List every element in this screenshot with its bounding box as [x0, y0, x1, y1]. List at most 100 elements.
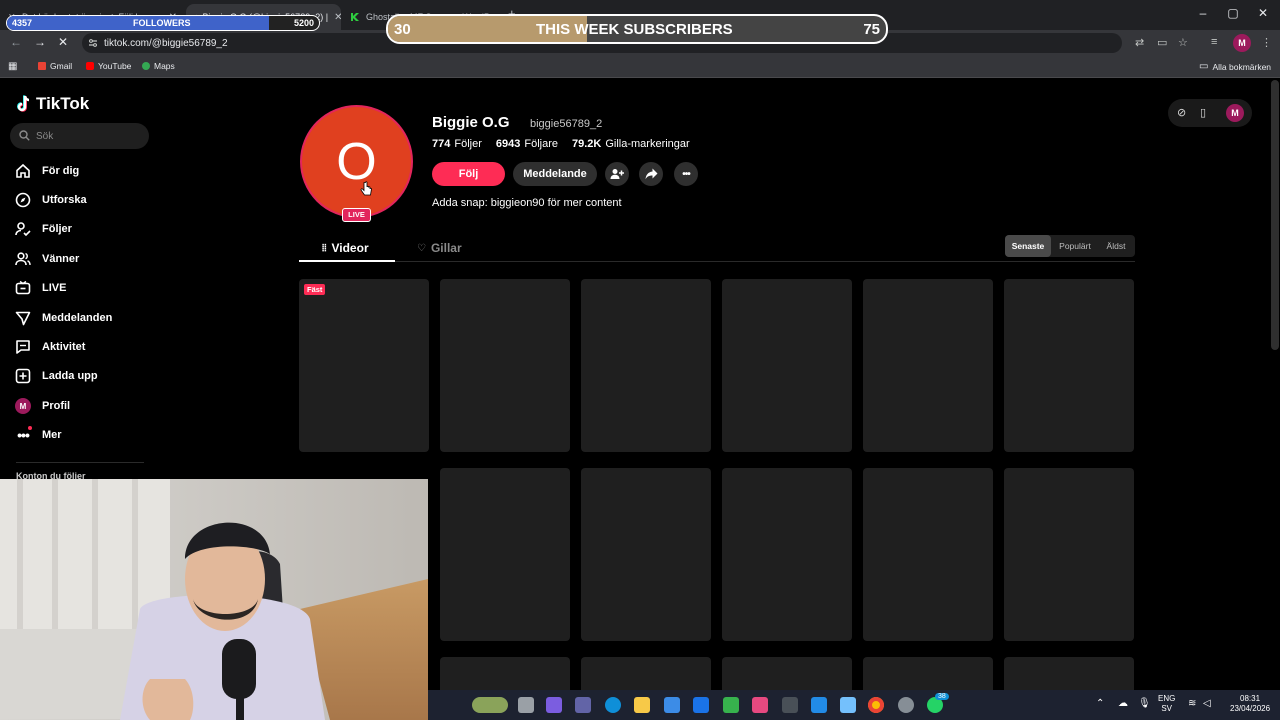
- sort-oldest[interactable]: Äldst: [1098, 235, 1134, 257]
- video-thumbnail[interactable]: [863, 279, 993, 452]
- followers-stat[interactable]: 6943 Följare: [496, 138, 558, 150]
- bookmark-gmail[interactable]: Gmail: [38, 61, 72, 71]
- microphone-icon[interactable]: 🎙: [1138, 699, 1151, 709]
- reading-list-icon[interactable]: ≡: [1211, 36, 1217, 48]
- messages-icon: [14, 309, 32, 327]
- sidebar-item-friends[interactable]: Vänner: [14, 249, 79, 269]
- back-icon[interactable]: ←: [10, 35, 22, 49]
- bookmarks-bar: ▦ Gmail YouTube Maps ▭ Alla bokmärken: [0, 56, 1280, 78]
- video-thumbnail[interactable]: [440, 279, 570, 452]
- message-button[interactable]: Meddelande: [513, 162, 597, 186]
- stop-loading-icon[interactable]: ✕: [58, 35, 68, 49]
- video-thumbnail[interactable]: [581, 468, 711, 641]
- sidebar-item-upload[interactable]: Ladda upp: [14, 366, 98, 386]
- clock[interactable]: 08:31 23/04/2026: [1230, 694, 1270, 714]
- cast-icon[interactable]: ▭: [1157, 36, 1167, 49]
- profile-avatar[interactable]: O: [300, 105, 413, 218]
- search-input[interactable]: Sök: [10, 123, 149, 149]
- share-icon: [645, 168, 657, 180]
- tab-close-icon[interactable]: ✕: [328, 12, 341, 23]
- sidebar-item-messages[interactable]: Meddelanden: [14, 308, 112, 328]
- obs-icon[interactable]: [898, 697, 914, 713]
- all-bookmarks[interactable]: ▭ Alla bokmärken: [1199, 61, 1271, 72]
- home-icon: [14, 162, 32, 180]
- copilot-icon[interactable]: [546, 697, 562, 713]
- sort-latest[interactable]: Senaste: [1005, 235, 1051, 257]
- sidebar-item-explore[interactable]: Utforska: [14, 190, 87, 210]
- volume-icon[interactable]: ◁: [1203, 699, 1211, 709]
- browser-profile-avatar[interactable]: M: [1233, 34, 1251, 52]
- live-badge[interactable]: LIVE: [342, 208, 371, 222]
- video-thumbnail[interactable]: [1004, 468, 1134, 641]
- more-options-button[interactable]: •••: [674, 162, 698, 186]
- sidebar-item-activity[interactable]: Aktivitet: [14, 337, 85, 357]
- youtube-icon: [86, 62, 94, 70]
- page-scrollbar[interactable]: [1271, 80, 1279, 350]
- sidebar-item-more[interactable]: ••• Mer: [14, 425, 62, 445]
- app-icon[interactable]: [782, 697, 798, 713]
- translate-icon[interactable]: ⇄: [1135, 36, 1144, 49]
- sidebar-item-profile[interactable]: M Profil: [14, 396, 70, 416]
- url-text: tiktok.com/@biggie56789_2: [104, 37, 228, 49]
- coin-icon[interactable]: ⊘: [1177, 106, 1186, 119]
- account-avatar[interactable]: M: [1226, 104, 1244, 122]
- bookmark-star-icon[interactable]: ☆: [1178, 36, 1188, 49]
- store-icon[interactable]: [664, 697, 680, 713]
- video-thumbnail[interactable]: [440, 468, 570, 641]
- add-friend-button[interactable]: [605, 162, 629, 186]
- video-thumbnail[interactable]: [722, 468, 852, 641]
- follow-button[interactable]: Följ: [432, 162, 505, 186]
- tiktok-logo[interactable]: TikTok: [16, 94, 89, 114]
- language-indicator[interactable]: ENG SV: [1158, 694, 1175, 714]
- minimize-icon[interactable]: –: [1188, 6, 1218, 20]
- share-button[interactable]: [639, 162, 663, 186]
- tray-overflow-icon[interactable]: ⌃: [1096, 699, 1104, 709]
- bookmark-youtube[interactable]: YouTube: [86, 61, 131, 71]
- forward-icon[interactable]: →: [34, 35, 46, 49]
- whatsapp-badge: 38: [935, 693, 949, 700]
- apps-grid-icon[interactable]: ▦: [8, 61, 17, 72]
- sidebar-divider: [16, 462, 144, 463]
- file-explorer-icon[interactable]: [634, 697, 650, 713]
- chrome-icon[interactable]: [868, 697, 884, 713]
- maps-icon: [142, 62, 150, 70]
- teams-icon[interactable]: [575, 697, 591, 713]
- bookmark-maps[interactable]: Maps: [142, 61, 175, 71]
- wifi-icon[interactable]: ≋: [1188, 699, 1196, 709]
- followers-goal-overlay: 4357 FOLLOWERS 5200: [6, 15, 320, 31]
- search-icon: [19, 130, 30, 141]
- sidebar-item-for-you[interactable]: För dig: [14, 161, 79, 181]
- video-thumbnail[interactable]: Fäst: [299, 279, 429, 452]
- vpn-icon[interactable]: [723, 697, 739, 713]
- sidebar-item-live[interactable]: LIVE: [14, 278, 66, 298]
- mail-icon[interactable]: [693, 697, 709, 713]
- sidebar-item-following[interactable]: Följer: [14, 219, 72, 239]
- profile-stats: 774 Följer 6943 Följare 79.2K Gilla-markeri…: [432, 138, 690, 150]
- live-icon: [14, 279, 32, 297]
- edge-icon[interactable]: [605, 697, 621, 713]
- subscribers-label: THIS WEEK SUBSCRIBERS: [536, 21, 733, 38]
- video-thumbnail[interactable]: [722, 279, 852, 452]
- video-thumbnail[interactable]: [863, 468, 993, 641]
- grid-icon: ⦙⦙: [322, 242, 327, 254]
- tab-likes[interactable]: ♡ Gillar: [417, 241, 462, 255]
- sort-popular[interactable]: Populärt: [1053, 235, 1097, 257]
- upload-icon: [14, 367, 32, 385]
- settings-app-icon[interactable]: [840, 697, 856, 713]
- video-thumbnail[interactable]: [581, 279, 711, 452]
- site-settings-icon[interactable]: [88, 38, 98, 48]
- onedrive-icon[interactable]: ☁: [1118, 699, 1128, 709]
- photos-icon[interactable]: [811, 697, 827, 713]
- video-thumbnail[interactable]: [1004, 279, 1134, 452]
- close-window-icon[interactable]: ✕: [1248, 6, 1278, 20]
- browser-menu-icon[interactable]: ⋮: [1261, 36, 1272, 49]
- maximize-icon[interactable]: ▢: [1218, 6, 1248, 20]
- widgets-icon[interactable]: [472, 697, 508, 713]
- task-view-icon[interactable]: [518, 697, 534, 713]
- following-stat[interactable]: 774 Följer: [432, 138, 482, 150]
- pinned-badge: Fäst: [304, 284, 326, 295]
- subscribers-goal: 75: [863, 21, 880, 38]
- tab-videos[interactable]: ⦙⦙ Videor: [322, 241, 369, 255]
- office-icon[interactable]: [752, 697, 768, 713]
- device-icon[interactable]: ▯: [1200, 106, 1206, 119]
